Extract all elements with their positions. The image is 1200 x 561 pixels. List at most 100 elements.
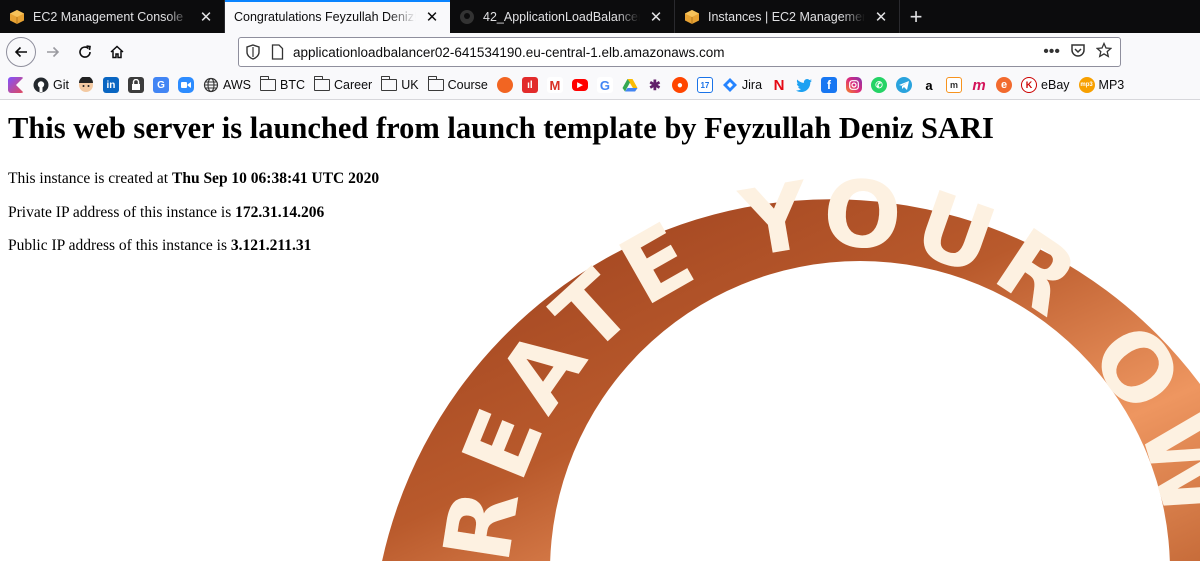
bookmark-m-box[interactable]: m — [946, 75, 963, 95]
tab-congratulations[interactable]: Congratulations Feyzullah Deniz! Yo ✕ — [225, 0, 450, 33]
bookmark-star-icon[interactable] — [1095, 41, 1113, 63]
bookmark-bitwarden[interactable] — [127, 75, 144, 95]
bookmark-amazon[interactable]: a — [921, 75, 937, 95]
avatar-icon — [78, 77, 94, 93]
bookmark-swoosh[interactable] — [496, 75, 513, 95]
flag-icon: ıl — [521, 77, 538, 93]
tab-ec2-console[interactable]: EC2 Management Console ✕ — [0, 0, 225, 33]
page-title: This web server is launched from launch … — [8, 111, 994, 145]
address-bar[interactable]: applicationloadbalancer02-641534190.eu-c… — [238, 37, 1121, 67]
e-circle-icon: e — [996, 77, 1013, 93]
folder-icon — [427, 76, 444, 91]
bookmark-reddit[interactable]: ● — [671, 75, 688, 95]
amazon-icon: a — [925, 77, 933, 93]
bookmark-aws[interactable]: AWS — [203, 75, 251, 95]
swoosh-icon — [496, 77, 513, 93]
bookmark-avatar[interactable] — [78, 75, 94, 95]
tab-github-repo[interactable]: 42_ApplicationLoadBalancer/ry ✕ — [450, 0, 675, 33]
bookmark-google[interactable]: G — [596, 75, 613, 95]
mp3-icon: mp3 — [1078, 77, 1095, 93]
home-button[interactable] — [102, 37, 132, 67]
bookmark-youtube[interactable]: ▶ — [571, 75, 588, 95]
google-icon: G — [596, 77, 613, 93]
close-icon[interactable]: ✕ — [871, 7, 891, 27]
jira-icon — [722, 77, 738, 93]
tab-instances[interactable]: Instances | EC2 Management C ✕ — [675, 0, 900, 33]
bookmark-whatsapp[interactable]: ✆ — [871, 75, 888, 95]
bookmark-twitter[interactable] — [796, 75, 813, 95]
facebook-icon: f — [821, 77, 838, 93]
pocket-icon[interactable] — [1070, 42, 1086, 63]
bookmark-mp3[interactable]: mp3 MP3 — [1078, 75, 1124, 95]
bookmarks-toolbar: Git in G AWS BTC Career UK Course ıl M ▶… — [0, 71, 1200, 100]
m-box-icon: m — [946, 77, 963, 93]
new-tab-button[interactable]: + — [900, 0, 932, 33]
github-icon — [459, 9, 475, 25]
private-ip-value: 172.31.14.206 — [235, 204, 325, 221]
close-icon[interactable]: ✕ — [422, 7, 442, 27]
reload-icon — [79, 45, 91, 58]
page-icon[interactable] — [267, 44, 287, 60]
bookmark-m-script[interactable]: m — [971, 75, 987, 95]
globe-icon — [203, 77, 219, 93]
bookmark-translate[interactable]: G — [152, 75, 169, 95]
page-content: CREATE YOUR OWN This web server is launc… — [0, 101, 1200, 561]
instagram-icon — [846, 77, 863, 93]
slack-icon: ✱ — [649, 76, 661, 93]
k-circle-icon: K — [1021, 77, 1038, 93]
linkedin-icon: in — [102, 77, 119, 93]
bookmark-flag[interactable]: ıl — [521, 75, 538, 95]
aws-box-icon — [9, 9, 25, 25]
tab-strip: EC2 Management Console ✕ Congratulations… — [0, 0, 1200, 33]
bookmark-telegram[interactable] — [896, 75, 913, 95]
gmail-icon: M — [546, 77, 563, 93]
bookmark-e-circle[interactable]: e — [996, 75, 1013, 95]
youtube-icon: ▶ — [571, 79, 588, 91]
public-ip-value: 3.121.211.31 — [230, 237, 312, 254]
bookmark-jira[interactable]: Jira — [722, 75, 762, 95]
bookmark-kotlin[interactable] — [8, 75, 24, 95]
bookmark-git[interactable]: Git — [33, 75, 69, 95]
netflix-icon: N — [773, 76, 785, 94]
forward-button[interactable] — [38, 37, 68, 67]
close-icon[interactable]: ✕ — [196, 7, 216, 27]
page-actions-icon[interactable]: ••• — [1043, 43, 1060, 61]
bookmark-zoom[interactable] — [177, 75, 194, 95]
tab-title: 42_ApplicationLoadBalancer/ry — [483, 9, 640, 24]
drive-icon — [622, 77, 638, 93]
whatsapp-icon: ✆ — [871, 77, 888, 93]
home-icon — [110, 45, 124, 59]
url-text[interactable]: applicationloadbalancer02-641534190.eu-c… — [287, 45, 1043, 60]
telegram-icon — [896, 77, 913, 93]
aws-box-icon — [684, 9, 700, 25]
zoom-icon — [177, 77, 194, 93]
bookmark-folder-btc[interactable]: BTC — [260, 75, 305, 95]
arrow-left-icon — [14, 46, 27, 58]
shield-icon[interactable] — [239, 44, 267, 60]
bookmark-linkedin[interactable]: in — [102, 75, 119, 95]
bookmark-calendar[interactable]: 17 — [696, 75, 713, 95]
bookmark-folder-uk[interactable]: UK — [381, 75, 419, 95]
twitter-icon — [796, 77, 813, 93]
m-script-icon: m — [972, 76, 986, 94]
bookmark-ebay[interactable]: KeBay — [1021, 75, 1070, 95]
bookmark-drive[interactable] — [622, 75, 638, 95]
bookmark-folder-career[interactable]: Career — [314, 75, 372, 95]
folder-icon — [260, 76, 276, 91]
bookmark-facebook[interactable]: f — [821, 75, 838, 95]
bookmark-folder-course[interactable]: Course — [427, 75, 488, 95]
github-icon — [33, 77, 49, 93]
bookmark-slack[interactable]: ✱ — [647, 75, 663, 95]
reload-button[interactable] — [70, 37, 100, 67]
back-button[interactable] — [6, 37, 36, 67]
translate-icon: G — [152, 77, 169, 93]
bookmark-instagram[interactable] — [846, 75, 863, 95]
tab-title: Instances | EC2 Management C — [708, 9, 865, 24]
bookmark-gmail[interactable]: M — [546, 75, 563, 95]
bitwarden-icon — [127, 77, 144, 93]
close-icon[interactable]: ✕ — [646, 7, 666, 27]
folder-icon — [314, 76, 330, 91]
bookmark-netflix[interactable]: N — [771, 75, 787, 95]
created-at-value: Thu Sep 10 06:38:41 UTC 2020 — [171, 170, 380, 187]
navigation-toolbar: applicationloadbalancer02-641534190.eu-c… — [0, 33, 1200, 71]
